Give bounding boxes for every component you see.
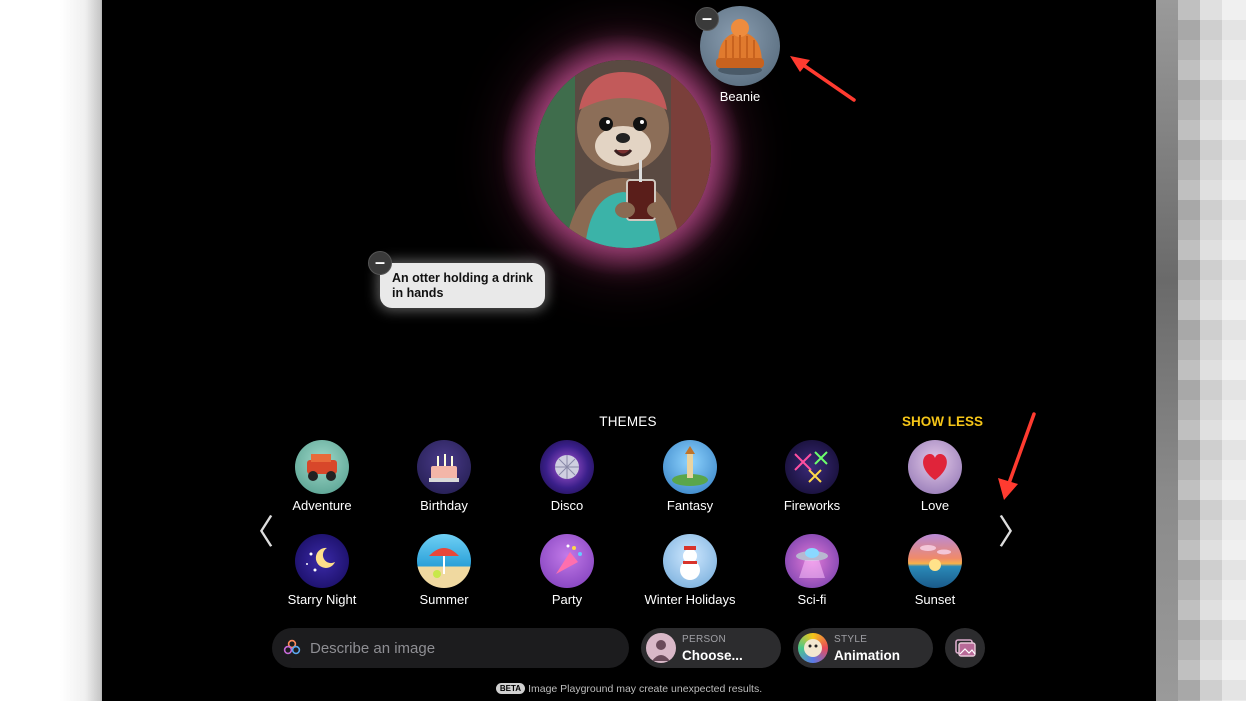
annotation-arrow-beanie-icon [790, 56, 856, 102]
theme-label: Winter Holidays [644, 592, 736, 607]
style-icon [798, 633, 828, 663]
otter-image [535, 60, 711, 248]
theme-label: Sci-fi [797, 592, 827, 607]
show-less-button[interactable]: SHOW LESS [902, 414, 983, 429]
main-image-otter[interactable] [535, 60, 711, 248]
style-caption: STYLE [834, 634, 868, 645]
remove-beanie-button[interactable]: – [695, 7, 719, 31]
annotation-arrow-next-icon [998, 412, 1036, 500]
describe-input[interactable] [310, 628, 610, 668]
theme-label: Starry Night [287, 592, 357, 607]
fantasy-castle-icon [663, 440, 717, 494]
theme-label: Party [551, 592, 583, 607]
footer-text: Image Playground may create unexpected r… [528, 683, 763, 695]
remove-prompt-button[interactable]: – [368, 251, 392, 275]
adventure-icon [295, 440, 349, 494]
theme-label: Fireworks [783, 498, 841, 513]
moon-icon [295, 534, 349, 588]
person-value: Choose... [682, 648, 743, 663]
theme-fantasy[interactable]: Fantasy [635, 440, 745, 513]
photos-icon [955, 639, 976, 657]
theme-winter-holidays[interactable]: Winter Holidays [635, 534, 745, 607]
theme-label: Sunset [914, 592, 956, 607]
theme-label: Fantasy [666, 498, 714, 513]
person-picker-button[interactable]: PERSON Choose... [641, 628, 781, 668]
theme-party[interactable]: Party [512, 534, 622, 607]
concept-beanie-label: Beanie [719, 89, 761, 104]
theme-label: Adventure [292, 498, 352, 513]
footer-disclaimer: BETA Image Playground may create unexpect… [102, 683, 1156, 695]
theme-disco[interactable]: Disco [512, 440, 622, 513]
person-caption: PERSON [682, 634, 727, 645]
theme-summer[interactable]: Summer [389, 534, 499, 607]
style-picker-button[interactable]: STYLE Animation [793, 628, 933, 668]
theme-birthday[interactable]: Birthday [389, 440, 499, 513]
theme-label: Love [920, 498, 950, 513]
theme-label: Disco [550, 498, 584, 513]
theme-fireworks[interactable]: Fireworks [757, 440, 867, 513]
party-popper-icon [540, 534, 594, 588]
desktop-background-left [0, 0, 104, 701]
birthday-cake-icon [417, 440, 471, 494]
theme-love[interactable]: Love [880, 440, 990, 513]
snowman-icon [663, 534, 717, 588]
chevron-right-icon: 〉 [998, 513, 1032, 553]
theme-sci-fi[interactable]: Sci-fi [757, 534, 867, 607]
disco-ball-icon [540, 440, 594, 494]
sunset-icon [908, 534, 962, 588]
theme-starry-night[interactable]: Starry Night [267, 534, 377, 607]
ufo-icon [785, 534, 839, 588]
describe-image-field[interactable] [272, 628, 629, 668]
theme-label: Birthday [420, 498, 468, 513]
image-playground-icon [283, 639, 301, 655]
themes-heading: THEMES [599, 414, 657, 429]
style-value: Animation [834, 648, 900, 663]
theme-label: Summer [419, 592, 469, 607]
person-icon [646, 633, 676, 663]
concept-prompt-chip[interactable]: An otter holding a drink in hands [380, 263, 545, 308]
beach-umbrella-icon [417, 534, 471, 588]
beta-badge: BETA [495, 683, 526, 694]
themes-next-button[interactable]: 〉 [998, 505, 1032, 554]
heart-balloon-icon [908, 440, 962, 494]
theme-adventure[interactable]: Adventure [267, 440, 377, 513]
photo-library-button[interactable] [945, 628, 985, 668]
concept-prompt-text: An otter holding a drink in hands [392, 271, 533, 300]
theme-sunset[interactable]: Sunset [880, 534, 990, 607]
desktop-background-right [1156, 0, 1246, 701]
fireworks-icon [785, 440, 839, 494]
image-playground-window: – Beanie An otter holding a drink in han… [102, 0, 1156, 701]
